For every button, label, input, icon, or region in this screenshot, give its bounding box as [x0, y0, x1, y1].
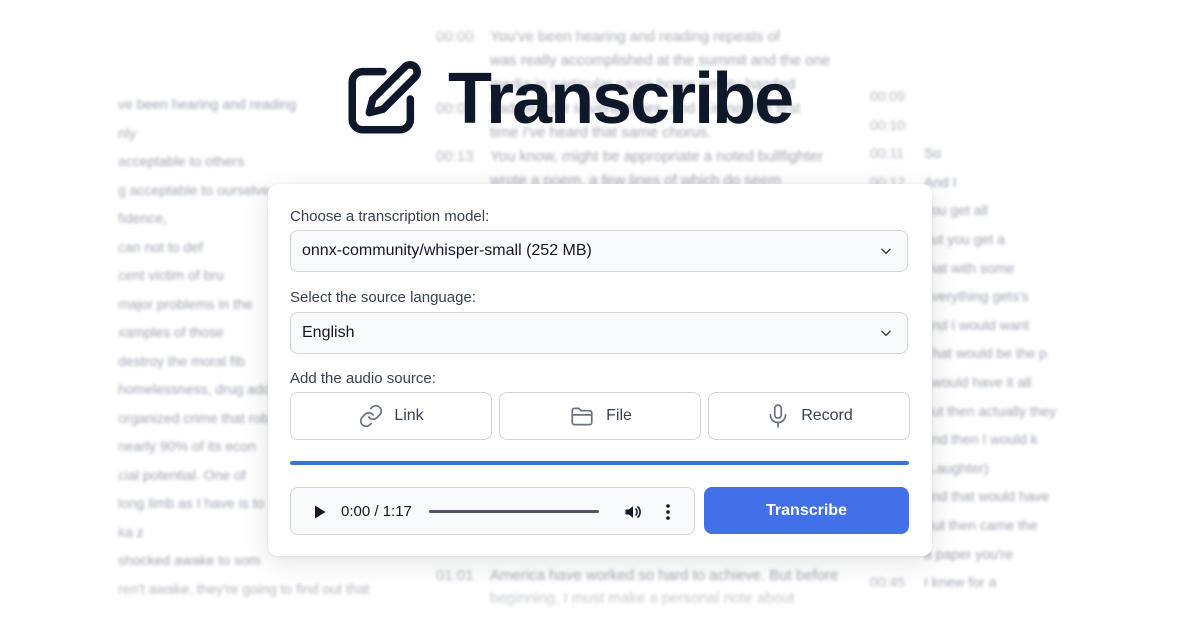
app-title: Transcribe: [448, 59, 794, 139]
language-select-value: English: [302, 324, 355, 341]
model-select-value: onnx-community/whisper-small (252 MB): [302, 242, 592, 259]
language-label: Select the source language:: [290, 289, 476, 306]
background-transcript-line: 00:11 So: [870, 145, 941, 161]
model-label: Choose a transcription model:: [290, 208, 490, 225]
model-select[interactable]: onnx-community/whisper-small (252 MB): [290, 230, 908, 272]
transcript-text: a paper you're: [924, 545, 1014, 562]
transcript-text: That would be the p: [924, 345, 1047, 362]
timestamp: 00:09: [870, 88, 906, 104]
transcription-card: Choose a transcription model: onnx-commu…: [268, 184, 932, 556]
chevron-down-icon: [881, 248, 891, 255]
source-label: Add the audio source:: [290, 370, 436, 387]
transcript-text: and that would have: [924, 488, 1050, 505]
more-options-icon[interactable]: [665, 502, 671, 522]
audio-player[interactable]: 0:00 / 1:17: [290, 487, 695, 535]
background-transcript-line: 00:09: [870, 88, 924, 104]
fade-overlay: [0, 0, 1200, 40]
transcript-text: you get all: [924, 202, 988, 219]
transcript-text: So: [924, 145, 942, 162]
record-source-label: Record: [801, 407, 853, 424]
timestamp: 00:10: [870, 116, 906, 133]
background-transcript-line: g acceptable to ourselves: [118, 181, 277, 198]
edit-icon: [348, 61, 421, 134]
progress-fill: [290, 461, 909, 465]
transcript-text: (Laughter): [924, 459, 989, 476]
link-source-label: Link: [394, 407, 424, 424]
file-source-button[interactable]: File: [499, 392, 701, 440]
language-select[interactable]: English: [290, 312, 908, 354]
seek-slider[interactable]: [429, 510, 599, 513]
volume-icon[interactable]: [623, 502, 643, 522]
transcript-text: that with some: [924, 259, 1015, 276]
transcript-text: but then actually they: [924, 402, 1057, 419]
transcript-text: But then came the: [924, 517, 1038, 533]
player-time: 0:00 / 1:17: [341, 503, 412, 520]
transcript-text: and then I would k: [924, 431, 1038, 448]
transcribe-button[interactable]: Transcribe: [704, 487, 909, 534]
transcript-text: everything gets's: [924, 288, 1029, 305]
timestamp: 00:11: [870, 145, 904, 162]
background-transcript-line: organized crime that rob: [118, 409, 269, 426]
transcript-text: You know, might be appropriate a noted b…: [490, 148, 824, 165]
transcript-text: but you get a: [924, 231, 1005, 247]
app-header: Transcribe: [342, 58, 794, 140]
timestamp: 00:13: [436, 148, 474, 165]
folder-icon: [571, 407, 593, 426]
fade-overlay: [1050, 0, 1200, 630]
fade-overlay: [0, 580, 1200, 630]
background-transcript-line: 00:13 You know, might be appropriate a no…: [436, 148, 823, 165]
file-source-label: File: [606, 407, 632, 424]
microphone-icon: [769, 404, 787, 428]
background-transcript-line: ve been hearing and reading: [118, 96, 297, 112]
transcript-text: and I would want: [924, 316, 1030, 333]
link-source-button[interactable]: Link: [290, 392, 492, 440]
link-icon: [360, 404, 383, 428]
background-transcript-line: homelessness, drug addic: [118, 381, 281, 397]
chevron-down-icon: [881, 330, 891, 337]
background-transcript-line: 00:10: [870, 117, 924, 133]
transcript-text: I would have it all: [924, 374, 1032, 390]
progress-bar: [290, 461, 909, 465]
play-icon[interactable]: [313, 504, 327, 520]
fade-overlay: [0, 0, 140, 630]
record-source-button[interactable]: Record: [708, 392, 910, 440]
